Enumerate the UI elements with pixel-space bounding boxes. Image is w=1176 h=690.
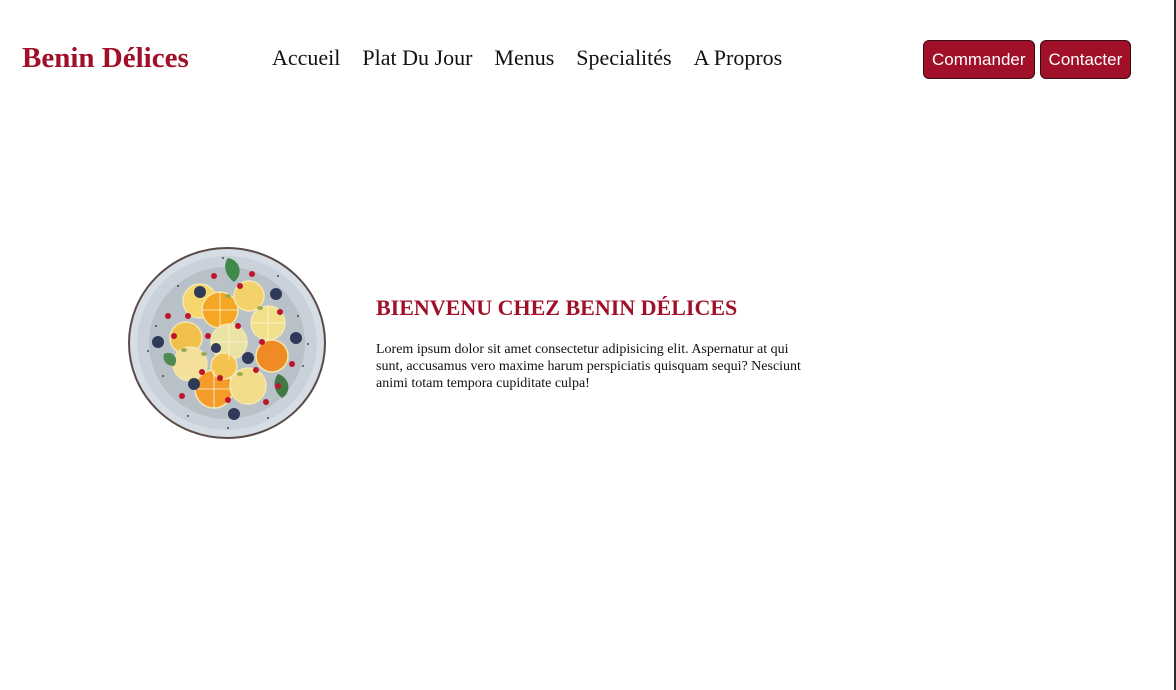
hero-section: BIENVENU CHEZ BENIN DÉLICES Lorem ipsum … xyxy=(128,246,828,446)
fruit-salad-plate-icon xyxy=(128,247,326,439)
main-nav: Accueil Plat Du Jour Menus Specialités A… xyxy=(272,45,782,71)
hero-description: Lorem ipsum dolor sit amet consectetur a… xyxy=(376,342,801,391)
order-button[interactable]: Commander xyxy=(923,40,1035,79)
nav-item-plat-du-jour[interactable]: Plat Du Jour xyxy=(362,45,472,71)
brand-logo[interactable]: Benin Délices xyxy=(22,42,189,75)
nav-item-a-propos[interactable]: A Propros xyxy=(694,45,783,71)
hero-title: BIENVENU CHEZ BENIN DÉLICES xyxy=(376,295,738,320)
nav-item-accueil[interactable]: Accueil xyxy=(272,45,340,71)
nav-item-menus[interactable]: Menus xyxy=(494,45,554,71)
nav-item-specialites[interactable]: Specialités xyxy=(576,45,671,71)
contact-button[interactable]: Contacter xyxy=(1039,40,1132,79)
hero-text: BIENVENU CHEZ BENIN DÉLICES Lorem ipsum … xyxy=(376,295,816,392)
site-header: Benin Délices Accueil Plat Du Jour Menus… xyxy=(0,0,1174,118)
header-actions: Commander Contacter xyxy=(923,40,1132,79)
